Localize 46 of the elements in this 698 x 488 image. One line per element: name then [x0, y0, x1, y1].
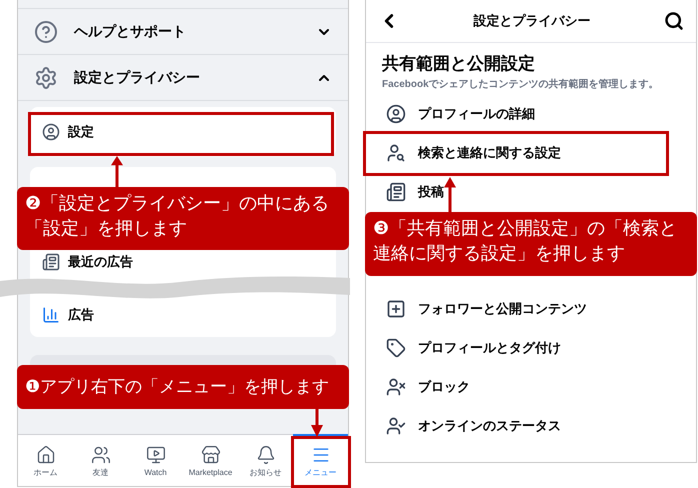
nav-tab[interactable]: メニュー — [293, 434, 348, 486]
settings-item[interactable]: プロフィールの詳細 — [418, 104, 535, 124]
nav-tab[interactable]: Marketplace — [183, 434, 238, 486]
item-icon — [386, 299, 406, 319]
settings-item[interactable]: 検索と連絡に関する設定 — [418, 143, 561, 163]
menu-item[interactable]: 最近の広告 — [68, 252, 133, 272]
tab-icon — [146, 445, 166, 465]
item-icon — [386, 377, 406, 397]
tab-icon — [90, 445, 110, 465]
section-title: 共有範囲と公開設定 — [382, 53, 536, 75]
tab-icon — [200, 445, 220, 465]
up-arrow — [444, 177, 456, 212]
item-icon — [42, 123, 60, 141]
nav-tab[interactable]: ホーム — [18, 434, 73, 486]
item-icon — [386, 104, 406, 124]
callout: ❸「共有範囲と公開設定」の「検索と連絡に関する設定」を押します — [365, 212, 697, 276]
item-icon — [386, 338, 406, 358]
menu-section[interactable]: 設定とプライバシー — [74, 67, 300, 88]
down-arrow — [311, 409, 323, 437]
settings-item[interactable]: プロフィールとタグ付け — [418, 338, 561, 358]
settings-item[interactable]: ブロック — [418, 377, 470, 397]
settings-item[interactable]: オンラインのステータス — [418, 416, 561, 436]
item-icon — [386, 143, 406, 163]
nav-tab[interactable]: お知らせ — [238, 434, 293, 486]
menu-item[interactable]: 広告 — [68, 305, 94, 325]
item-icon — [42, 253, 60, 271]
section-subtitle: Facebookでシェアしたコンテンツの共有範囲を管理します。 — [382, 78, 660, 92]
settings-item[interactable]: フォロワーと公開コンテンツ — [418, 299, 587, 319]
highlight-frame — [291, 436, 351, 488]
callout: ❶アプリ右下の「メニュー」を押します — [17, 365, 349, 409]
nav-tab[interactable]: 友達 — [73, 434, 128, 486]
menu-section[interactable]: ヘルプとサポート — [74, 21, 300, 42]
search-icon[interactable] — [664, 11, 684, 31]
callout: ❷「設定とプライバシー」の中にある「設定」を押します — [17, 187, 349, 250]
up-arrow — [111, 156, 123, 187]
nav-tab[interactable]: Watch — [128, 434, 183, 486]
item-icon — [386, 182, 406, 202]
item-icon — [386, 416, 406, 436]
item-icon — [42, 306, 60, 324]
menu-item[interactable]: 設定 — [68, 122, 94, 142]
tab-icon — [256, 445, 276, 465]
screen-title: 設定とプライバシー — [472, 12, 592, 30]
settings-icon — [34, 66, 58, 90]
tab-icon — [36, 445, 56, 465]
settings-item[interactable]: 投稿 — [418, 182, 444, 202]
help-icon — [34, 20, 58, 44]
